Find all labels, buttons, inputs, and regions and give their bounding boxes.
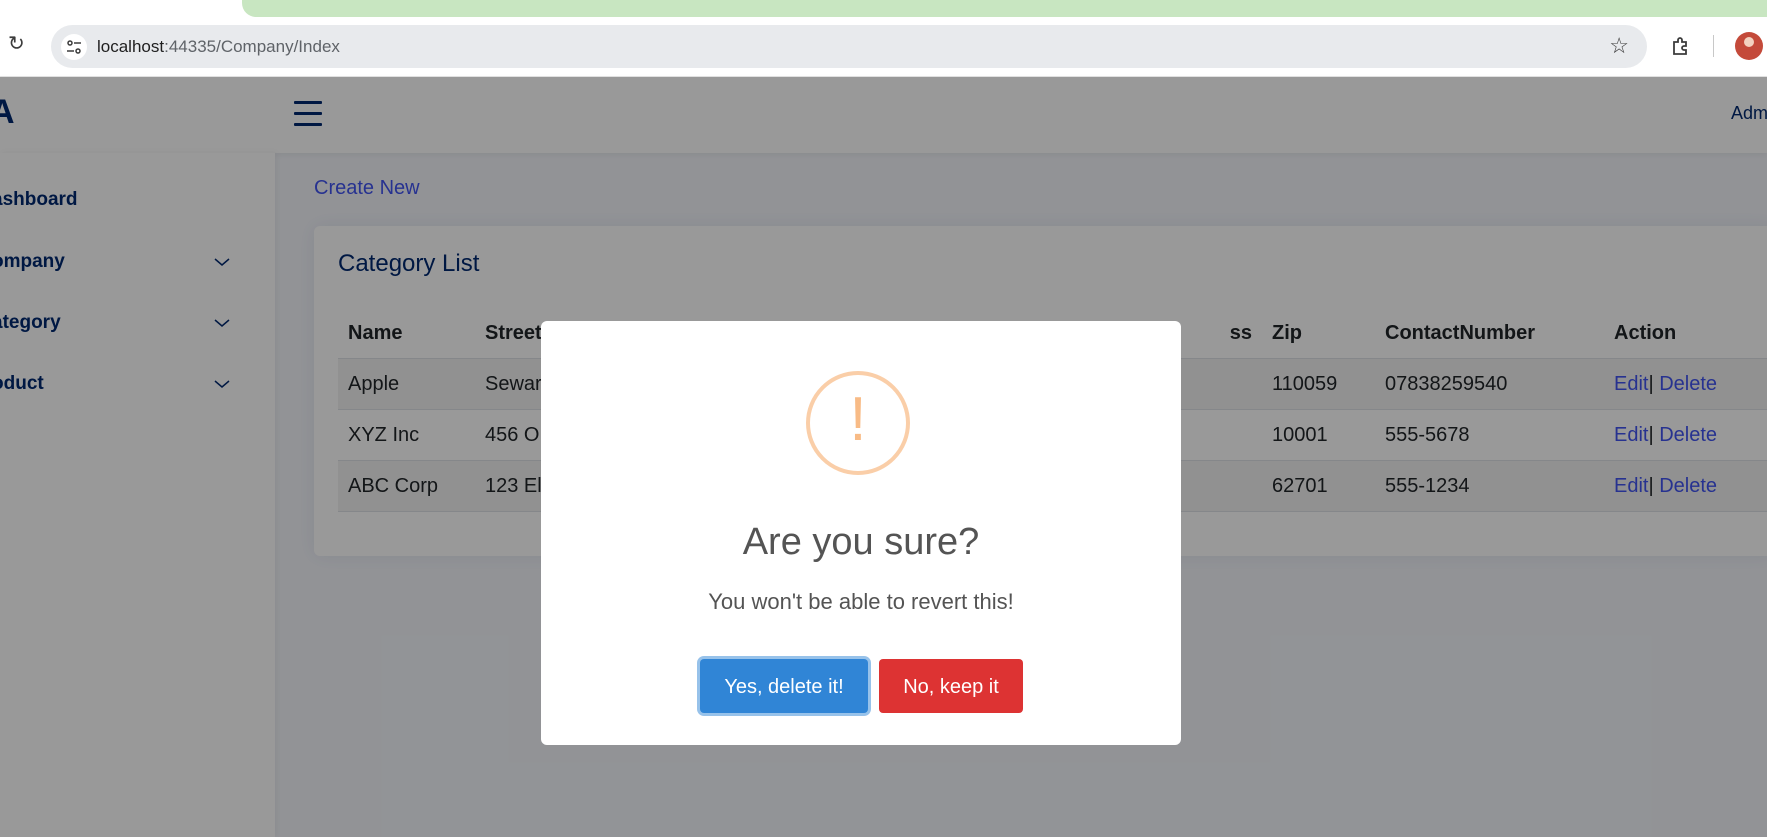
tab-strip	[242, 0, 1767, 17]
profile-avatar[interactable]	[1735, 32, 1763, 60]
warning-exclamation: !	[849, 385, 867, 454]
browser-toolbar: ↻ localhost:44335/Company/Index ☆	[0, 0, 1767, 77]
dialog-message: You won't be able to revert this!	[708, 589, 1014, 614]
url-host: localhost	[97, 37, 165, 56]
site-info-icon[interactable]	[61, 34, 87, 60]
reload-icon[interactable]: ↻	[8, 34, 28, 54]
bookmark-star-icon[interactable]: ☆	[1609, 35, 1629, 57]
cancel-button[interactable]: No, keep it	[879, 659, 1023, 713]
dialog-title: Are you sure?	[742, 521, 980, 563]
extensions-icon[interactable]	[1670, 35, 1692, 57]
url-text[interactable]: localhost:44335/Company/Index	[97, 37, 340, 57]
confirm-dialog: ! Are you sure? You won't be able to rev…	[541, 321, 1181, 745]
warning-icon: !	[806, 371, 910, 475]
confirm-delete-button[interactable]: Yes, delete it!	[700, 659, 868, 713]
url-path: :44335/Company/Index	[164, 37, 340, 56]
address-bar[interactable]: localhost:44335/Company/Index ☆	[51, 25, 1647, 68]
toolbar-divider	[1713, 35, 1714, 57]
